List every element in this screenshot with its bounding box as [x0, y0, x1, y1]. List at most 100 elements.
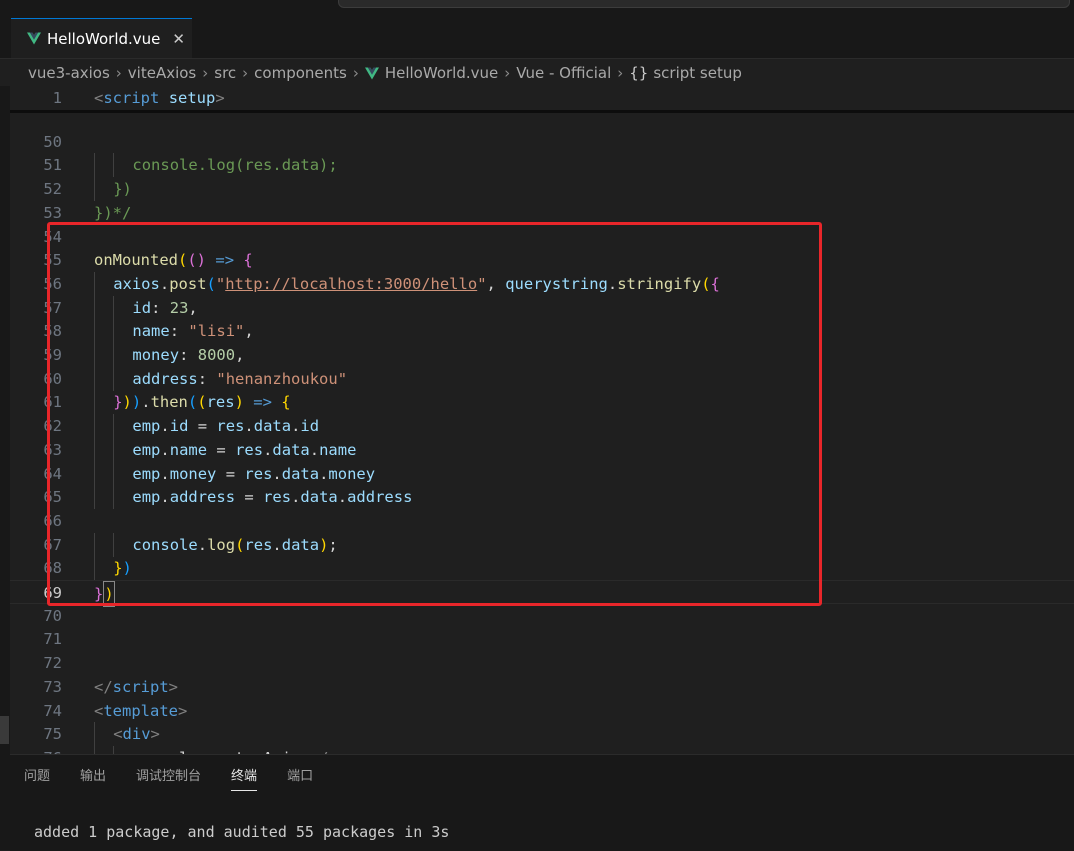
line-number: 66: [43, 511, 62, 530]
code-token: .: [263, 440, 273, 459]
code-line[interactable]: 53})*/: [10, 201, 1074, 225]
code-line[interactable]: 68}): [10, 556, 1074, 581]
panel-tab-debug-console[interactable]: 调试控制台: [136, 765, 201, 791]
line-number: 57: [43, 298, 62, 317]
code-line[interactable]: 50: [10, 130, 1074, 154]
breadcrumb-item[interactable]: viteAxios: [128, 64, 196, 82]
panel-tab-ports[interactable]: 端口: [287, 765, 313, 791]
line-number: 73: [43, 677, 62, 696]
code-line[interactable]: 61})).then((res) => {: [10, 390, 1074, 415]
code-token: }: [113, 559, 123, 578]
code-token: =>: [215, 251, 235, 270]
code-line[interactable]: 65 emp.address = res.data.address: [10, 485, 1074, 510]
code-line[interactable]: 1 <script setup>: [10, 86, 1074, 110]
breadcrumb-item[interactable]: components: [254, 64, 347, 82]
code-token: res: [263, 488, 292, 507]
code-line[interactable]: 52}): [10, 177, 1074, 202]
code-line[interactable]: 75 <div>: [10, 722, 1074, 747]
code-line[interactable]: 63 emp.name = res.data.name: [10, 437, 1074, 462]
code-line[interactable]: 67 console.log(res.data);: [10, 532, 1074, 557]
code-text: id: 23,: [132, 296, 197, 320]
code-token: .: [197, 535, 208, 554]
line-number: 1: [52, 89, 62, 107]
command-center[interactable]: [338, 0, 1070, 8]
code-token: address: [169, 488, 236, 507]
code-line[interactable]: 73 </script>: [10, 675, 1074, 699]
code-token: setup: [168, 89, 216, 107]
code-text: <template>: [94, 699, 187, 723]
code-token: money: [132, 346, 180, 364]
code-token: <: [94, 701, 104, 720]
tab-helloworld-vue[interactable]: HelloWorld.vue ✕: [11, 18, 192, 58]
line-number: 54: [43, 227, 62, 246]
code-token: stringify: [617, 274, 702, 293]
code-token: data: [281, 535, 320, 554]
breadcrumb-item[interactable]: vue3-axios: [28, 64, 110, 82]
code-line[interactable]: 55 onMounted(() => {: [10, 248, 1074, 272]
breadcrumb-symbol[interactable]: script setup: [653, 64, 742, 82]
code-token: res: [216, 417, 245, 436]
code-token: (: [206, 274, 216, 293]
code-line[interactable]: 59 money: 8000,: [10, 343, 1074, 367]
code-line[interactable]: 74 <template>: [10, 699, 1074, 723]
code-token: ): [122, 559, 132, 578]
code-token: emp: [132, 464, 161, 483]
code-token: ,: [188, 298, 198, 317]
close-icon[interactable]: ✕: [172, 30, 185, 48]
code-token: div: [122, 725, 151, 744]
line-number: 72: [43, 654, 62, 673]
code-token: emp: [132, 417, 161, 436]
code-line[interactable]: 58 name: "lisi",: [10, 319, 1074, 344]
indent-guide: [94, 390, 95, 415]
code-token: id: [169, 417, 189, 436]
code-text: <script setup>: [94, 86, 225, 110]
code-token: .: [141, 393, 151, 412]
code-token: <: [113, 725, 123, 744]
code-editor[interactable]: 1 <script setup> 50 51 console.log(res.data)…: [10, 86, 1074, 754]
code-line[interactable]: 51 console.log(res.data);: [10, 153, 1074, 178]
chevron-right-icon: ›: [202, 64, 209, 82]
code-token: .: [309, 440, 320, 459]
indent-guide: [113, 366, 115, 391]
indent-guide: [94, 153, 95, 178]
breadcrumb-lang[interactable]: Vue - Official: [516, 64, 611, 82]
code-line[interactable]: 60 address: "henanzhoukou": [10, 366, 1074, 391]
code-line[interactable]: 57 id: 23,: [10, 295, 1074, 320]
code-text: emp.id = res.data.id: [132, 414, 319, 438]
code-text: })*/: [94, 201, 131, 225]
code-token: .: [159, 274, 170, 293]
code-line[interactable]: 56 axios.post("http://localhost:3000/hell…: [10, 271, 1074, 296]
panel-tab-terminal[interactable]: 终端: [231, 765, 258, 791]
breadcrumb-item[interactable]: src: [214, 64, 236, 82]
code-token: ,: [244, 322, 254, 341]
code-text: emp.name = res.data.name: [132, 438, 356, 462]
line-number: 67: [43, 535, 62, 554]
code-text: <div>: [113, 722, 160, 746]
indent-guide: [94, 745, 95, 754]
indent-guide: [94, 319, 95, 344]
code-token: script: [112, 677, 169, 696]
code-text: emp.money = res.data.money: [132, 462, 375, 486]
code-line[interactable]: 64 emp.money = res.data.money: [10, 461, 1074, 486]
code-token: (: [701, 274, 711, 293]
code-line[interactable]: 71: [10, 627, 1074, 651]
panel-tabs: 问题 输出 调试控制台 终端 端口: [24, 765, 343, 791]
code-line[interactable]: 69}): [10, 580, 1074, 607]
code-line[interactable]: 72: [10, 651, 1074, 675]
panel-tab-output[interactable]: 输出: [80, 765, 106, 791]
code-line[interactable]: 70: [10, 604, 1074, 628]
indent-guide: [94, 485, 95, 510]
line-number: 64: [43, 464, 62, 483]
code-line[interactable]: 76 <p>welcome to Axios</p>: [10, 745, 1074, 754]
code-line[interactable]: 54: [10, 225, 1074, 249]
line-number: 58: [43, 322, 62, 341]
code-token: name: [132, 322, 170, 341]
code-token: onMounted: [94, 251, 178, 270]
line-number: 65: [43, 488, 62, 507]
panel-tab-problems[interactable]: 问题: [24, 765, 50, 791]
code-line[interactable]: 66: [10, 509, 1074, 533]
breadcrumb-file[interactable]: HelloWorld.vue: [385, 64, 498, 82]
code-line[interactable]: 62 emp.id = res.data.id: [10, 414, 1074, 439]
line-number: 56: [43, 274, 62, 293]
code-text: onMounted(() => {: [94, 248, 253, 272]
